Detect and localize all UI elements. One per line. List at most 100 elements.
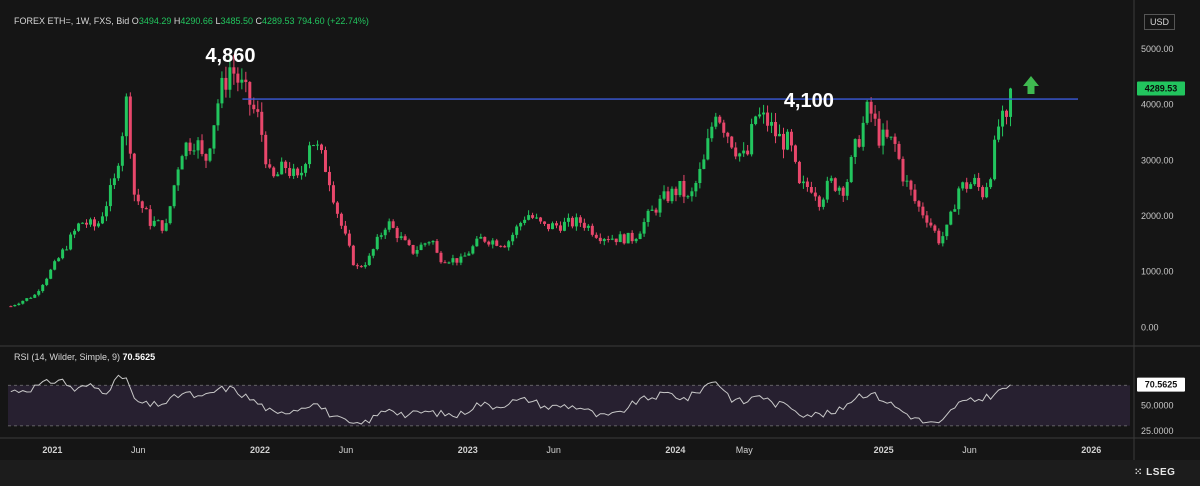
chart-canvas[interactable]: 4,860 4,100 0.00 1000.00 2000.00 3000.00 4000… bbox=[0, 0, 1200, 486]
candle-body bbox=[431, 241, 435, 243]
candle-body bbox=[710, 126, 714, 139]
candle-body bbox=[395, 227, 399, 239]
candle-body bbox=[901, 158, 905, 182]
low-value: 3485.50 bbox=[220, 16, 253, 26]
candle-body bbox=[419, 244, 423, 251]
candle-body bbox=[507, 241, 511, 248]
candle-body bbox=[240, 79, 244, 83]
change-value: 794.60 (+22.74%) bbox=[297, 16, 369, 26]
candle-body bbox=[527, 215, 531, 220]
y-tick-label: 2000.00 bbox=[1141, 211, 1174, 221]
candle-body bbox=[483, 236, 487, 242]
candle-body bbox=[447, 262, 451, 264]
candle-body bbox=[471, 246, 475, 254]
candle-body bbox=[973, 177, 977, 185]
y-tick-label: 4000.00 bbox=[1141, 100, 1174, 110]
y-tick-label: 5000.00 bbox=[1141, 44, 1174, 54]
candle-body bbox=[467, 253, 471, 256]
candle-body bbox=[499, 245, 503, 247]
candle-body bbox=[443, 262, 447, 264]
candle-body bbox=[905, 180, 909, 182]
candle-body bbox=[638, 233, 642, 240]
candle-body bbox=[176, 169, 180, 186]
candle-body bbox=[316, 144, 320, 146]
candle-body bbox=[331, 185, 335, 203]
candle-body bbox=[451, 258, 455, 263]
candle-body bbox=[172, 185, 176, 207]
open-value: 3494.29 bbox=[138, 16, 172, 26]
candle-body bbox=[216, 103, 220, 126]
candle-body bbox=[825, 180, 829, 200]
candle-body bbox=[742, 150, 746, 154]
candle-body bbox=[256, 109, 260, 112]
candle-body bbox=[96, 223, 100, 227]
footer-bar bbox=[0, 460, 1200, 486]
currency-button[interactable]: USD bbox=[1144, 14, 1176, 30]
chart-window: 4,860 4,100 0.00 1000.00 2000.00 3000.00 4000… bbox=[0, 0, 1200, 486]
candle-body bbox=[371, 249, 375, 256]
candle-body bbox=[969, 184, 973, 189]
close-value: 4289.53 bbox=[262, 16, 295, 26]
candle-body bbox=[841, 187, 845, 196]
candle-body bbox=[706, 138, 710, 160]
candle-body bbox=[296, 168, 300, 176]
candle-body bbox=[606, 239, 610, 241]
candle-body bbox=[782, 133, 785, 150]
candle-body bbox=[913, 189, 917, 202]
candle-body bbox=[1001, 110, 1005, 127]
candle-body bbox=[160, 220, 164, 231]
candle-body bbox=[120, 136, 124, 166]
x-tick-label: Jun bbox=[131, 445, 146, 455]
rsi-grid bbox=[8, 384, 1130, 427]
rsi-tick-label: 50.0000 bbox=[1141, 401, 1174, 411]
x-tick-label: May bbox=[736, 445, 754, 455]
y-tick-label: 0.00 bbox=[1141, 322, 1159, 332]
candle-body bbox=[531, 215, 535, 218]
candle-body bbox=[993, 139, 997, 180]
candle-body bbox=[921, 206, 925, 216]
candle-body bbox=[821, 199, 825, 207]
candle-body bbox=[758, 114, 762, 117]
candle-body bbox=[618, 234, 622, 243]
candle-body bbox=[885, 129, 889, 137]
candle-body bbox=[925, 215, 929, 223]
candle-body bbox=[391, 221, 395, 228]
candle-body bbox=[260, 111, 264, 135]
candle-body bbox=[965, 182, 969, 189]
candle-body bbox=[853, 139, 857, 158]
candle-body bbox=[865, 101, 869, 123]
candle-body bbox=[511, 234, 515, 242]
candle-body bbox=[566, 217, 570, 222]
candle-body bbox=[734, 147, 738, 157]
candle-body bbox=[551, 223, 554, 230]
rsi-header: RSI (14, Wilder, Simple, 9) 70.5625 bbox=[14, 352, 155, 362]
x-tick-label: 2021 bbox=[42, 445, 62, 455]
candle-body bbox=[272, 167, 276, 177]
candle-body bbox=[49, 269, 53, 279]
candle-body bbox=[570, 217, 574, 227]
candle-body bbox=[515, 226, 519, 235]
candle-body bbox=[45, 278, 49, 285]
candle-body bbox=[702, 159, 706, 169]
candle-body bbox=[61, 249, 65, 259]
candle-body bbox=[144, 208, 148, 210]
candle-body bbox=[578, 217, 582, 223]
candle-body bbox=[220, 77, 224, 104]
x-tick-label: Jun bbox=[546, 445, 561, 455]
candle-body bbox=[873, 113, 877, 119]
candle-body bbox=[630, 232, 634, 242]
candle-body bbox=[539, 217, 543, 222]
candle-body bbox=[204, 154, 208, 161]
candle-body bbox=[132, 153, 136, 195]
candle-body bbox=[961, 182, 965, 189]
candle-body bbox=[562, 221, 566, 231]
candle-body bbox=[670, 188, 674, 202]
resistance-annotation: 4,100 bbox=[784, 90, 834, 112]
candle-body bbox=[594, 234, 598, 238]
candle-body bbox=[554, 223, 558, 226]
candle-body bbox=[945, 224, 949, 237]
candle-body bbox=[292, 168, 296, 176]
candle-body bbox=[69, 234, 73, 250]
candle-body bbox=[698, 168, 702, 184]
candle-body bbox=[327, 171, 331, 186]
